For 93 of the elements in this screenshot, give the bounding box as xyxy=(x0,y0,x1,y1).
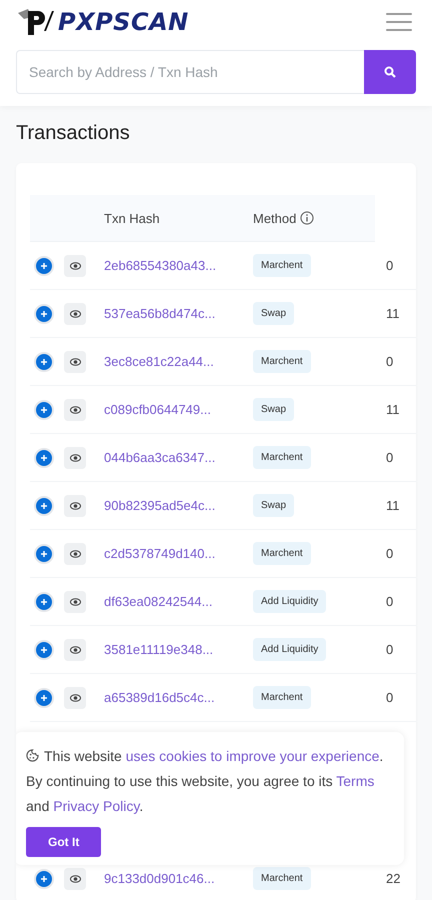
expand-button[interactable] xyxy=(34,868,54,888)
txn-hash-link[interactable]: 3581e11119e348... xyxy=(104,642,253,657)
plus-icon xyxy=(40,502,48,510)
eye-button[interactable] xyxy=(64,686,86,708)
txn-hash-link[interactable]: df63ea08242544... xyxy=(104,594,253,609)
method-tag: Add Liquidity xyxy=(253,638,326,661)
method-tag: Marchent xyxy=(253,254,311,277)
eye-icon xyxy=(70,262,80,270)
info-icon xyxy=(300,211,314,225)
cookie-link[interactable]: uses cookies to improve your experience xyxy=(126,748,380,764)
eye-button[interactable] xyxy=(64,446,86,468)
method-tag: Marchent xyxy=(253,686,311,709)
expand-button[interactable] xyxy=(34,256,54,276)
expand-button[interactable] xyxy=(34,400,54,420)
method-tag: Swap xyxy=(253,494,294,517)
txn-hash-link[interactable]: 044b6aa3ca6347... xyxy=(104,450,253,465)
txn-hash-link[interactable]: 9c133d0d901c46... xyxy=(104,871,253,886)
logo-text: PXPSCAN xyxy=(58,8,189,36)
table-cell-text: 0 xyxy=(385,690,394,705)
plus-icon xyxy=(40,262,48,270)
eye-icon xyxy=(70,454,80,462)
table-cell-text: 0 xyxy=(385,354,394,369)
method-tag: Marchent xyxy=(253,446,311,469)
table-cell-text: 0 xyxy=(385,258,394,273)
expand-button[interactable] xyxy=(34,688,54,708)
plus-icon xyxy=(40,406,48,414)
table-cell-text: 11 xyxy=(385,498,400,513)
plus-icon xyxy=(40,310,48,318)
logo-icon xyxy=(16,7,56,37)
plus-icon xyxy=(40,598,48,606)
method-tag: Marchent xyxy=(253,350,311,373)
cookie-link[interactable]: Privacy Policy xyxy=(53,798,140,814)
expand-button[interactable] xyxy=(34,496,54,516)
method-tag: Marchent xyxy=(253,542,311,565)
table-cell-text: 0 xyxy=(385,642,394,657)
eye-icon xyxy=(70,310,80,318)
page-title: Transactions xyxy=(16,122,131,145)
expand-button[interactable] xyxy=(34,544,54,564)
txn-hash-link[interactable]: 537ea56b8d474c... xyxy=(104,306,253,321)
table-cell-text: 0 xyxy=(385,546,394,561)
plus-icon xyxy=(40,646,48,654)
eye-button[interactable] xyxy=(64,350,86,372)
eye-icon xyxy=(70,358,80,366)
cookie-icon xyxy=(26,749,39,762)
plus-icon xyxy=(40,874,48,882)
expand-button[interactable] xyxy=(34,304,54,324)
method-tag: Add Liquidity xyxy=(253,590,326,613)
eye-icon xyxy=(70,598,80,606)
cookie-link[interactable]: Terms xyxy=(336,773,374,789)
column-header: Method xyxy=(253,210,296,226)
eye-button[interactable] xyxy=(64,398,86,420)
got-it-button[interactable]: Got It xyxy=(26,827,102,857)
eye-icon xyxy=(70,502,80,510)
expand-button[interactable] xyxy=(34,592,54,612)
method-tag: Marchent xyxy=(253,867,311,890)
menu-button[interactable] xyxy=(386,13,412,31)
eye-icon xyxy=(70,694,80,702)
eye-button[interactable] xyxy=(64,302,86,324)
expand-button[interactable] xyxy=(34,448,54,468)
eye-icon xyxy=(70,406,80,414)
eye-button[interactable] xyxy=(64,542,86,564)
eye-button[interactable] xyxy=(64,868,86,890)
txn-hash-link[interactable]: c089cfb0644749... xyxy=(104,402,253,417)
txn-hash-link[interactable]: 3ec8ce81c22a44... xyxy=(104,354,253,369)
plus-icon xyxy=(40,358,48,366)
table-cell-text: 0 xyxy=(385,450,394,465)
table-cell-text: 11 xyxy=(385,306,400,321)
plus-icon xyxy=(40,550,48,558)
expand-button[interactable] xyxy=(34,352,54,372)
table-cell-text: 0 xyxy=(385,594,394,609)
table-cell-text: 11 xyxy=(385,402,400,417)
eye-button[interactable] xyxy=(64,494,86,516)
search-button[interactable] xyxy=(364,50,416,94)
txn-hash-link[interactable]: 2eb68554380a43... xyxy=(104,258,253,273)
table-cell-text: 22 xyxy=(385,871,402,886)
plus-icon xyxy=(40,694,48,702)
method-tag: Swap xyxy=(253,302,294,325)
txn-hash-link[interactable]: 90b82395ad5e4c... xyxy=(104,498,253,513)
eye-icon xyxy=(70,646,80,654)
search-field[interactable]: Search by Address / Txn Hash xyxy=(16,50,364,94)
eye-icon xyxy=(70,550,80,558)
expand-button[interactable] xyxy=(34,640,54,660)
eye-icon xyxy=(70,874,80,882)
txn-hash-link[interactable]: a65389d16d5c4c... xyxy=(104,690,253,705)
plus-icon xyxy=(40,454,48,462)
eye-button[interactable] xyxy=(64,638,86,660)
txn-hash-link[interactable]: c2d5378749d140... xyxy=(104,546,253,561)
method-tag: Swap xyxy=(253,398,294,421)
eye-button[interactable] xyxy=(64,254,86,276)
eye-button[interactable] xyxy=(64,590,86,612)
cookie-notice: This website uses cookies to improve your experience. By continuing to use this website, you agree to its Terms and Privacy Policy. xyxy=(26,747,384,816)
column-header: Txn Hash xyxy=(104,210,161,226)
search-icon xyxy=(384,66,396,78)
